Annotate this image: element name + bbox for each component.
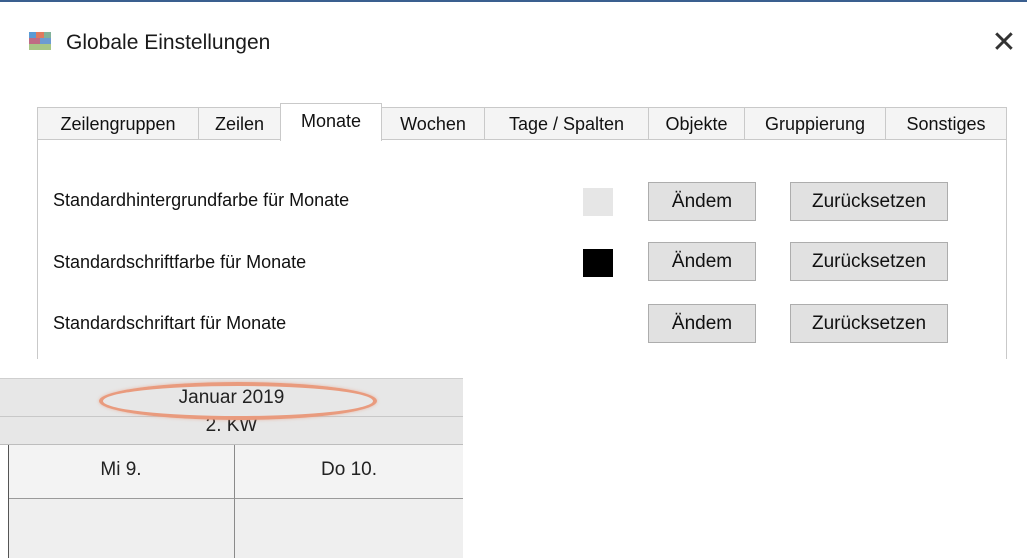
reset-background-color-button[interactable]: Zurücksetzen (790, 182, 948, 221)
tab-strip: Zeilengruppen Zeilen Monate Wochen Tage … (37, 103, 1007, 141)
tab-objekte[interactable]: Objekte (648, 107, 745, 140)
day-header-thu: Do 10. (235, 445, 463, 499)
day-cell-thu[interactable] (235, 499, 463, 558)
day-header-wed: Mi 9. (8, 445, 235, 499)
change-background-color-button[interactable]: Ändem (648, 182, 756, 221)
day-cell-wed[interactable] (8, 499, 235, 558)
highlight-annotation (99, 382, 377, 420)
font-color-swatch (583, 249, 613, 277)
setting-label-background-color: Standardhintergrundfarbe für Monate (53, 190, 350, 210)
tab-wochen[interactable]: Wochen (381, 107, 485, 140)
reset-font-color-button[interactable]: Zurücksetzen (790, 242, 948, 281)
grid-left-border (8, 445, 9, 558)
tab-zeilengruppen[interactable]: Zeilengruppen (37, 107, 199, 140)
dialog-title: Globale Einstellungen (66, 31, 271, 54)
setting-label-font: Standardschriftart für Monate (53, 313, 287, 333)
title-bar: Globale Einstellungen ✕ (0, 2, 1027, 72)
tab-tage-spalten[interactable]: Tage / Spalten (484, 107, 649, 140)
week-header: 2. KW (0, 416, 463, 445)
app-icon (29, 32, 51, 50)
tab-zeilen[interactable]: Zeilen (198, 107, 281, 140)
close-icon[interactable]: ✕ (987, 26, 1021, 60)
tab-monate[interactable]: Monate (280, 103, 382, 141)
tab-sonstiges[interactable]: Sonstiges (885, 107, 1007, 140)
change-font-button[interactable]: Ändem (648, 304, 756, 343)
settings-dialog: Globale Einstellungen ✕ Zeilengruppen Ze… (0, 0, 1027, 359)
change-font-color-button[interactable]: Ändem (648, 242, 756, 281)
reset-font-button[interactable]: Zurücksetzen (790, 304, 948, 343)
tab-gruppierung[interactable]: Gruppierung (744, 107, 886, 140)
background-color-swatch (583, 188, 613, 216)
setting-label-font-color: Standardschriftfarbe für Monate (53, 252, 307, 272)
